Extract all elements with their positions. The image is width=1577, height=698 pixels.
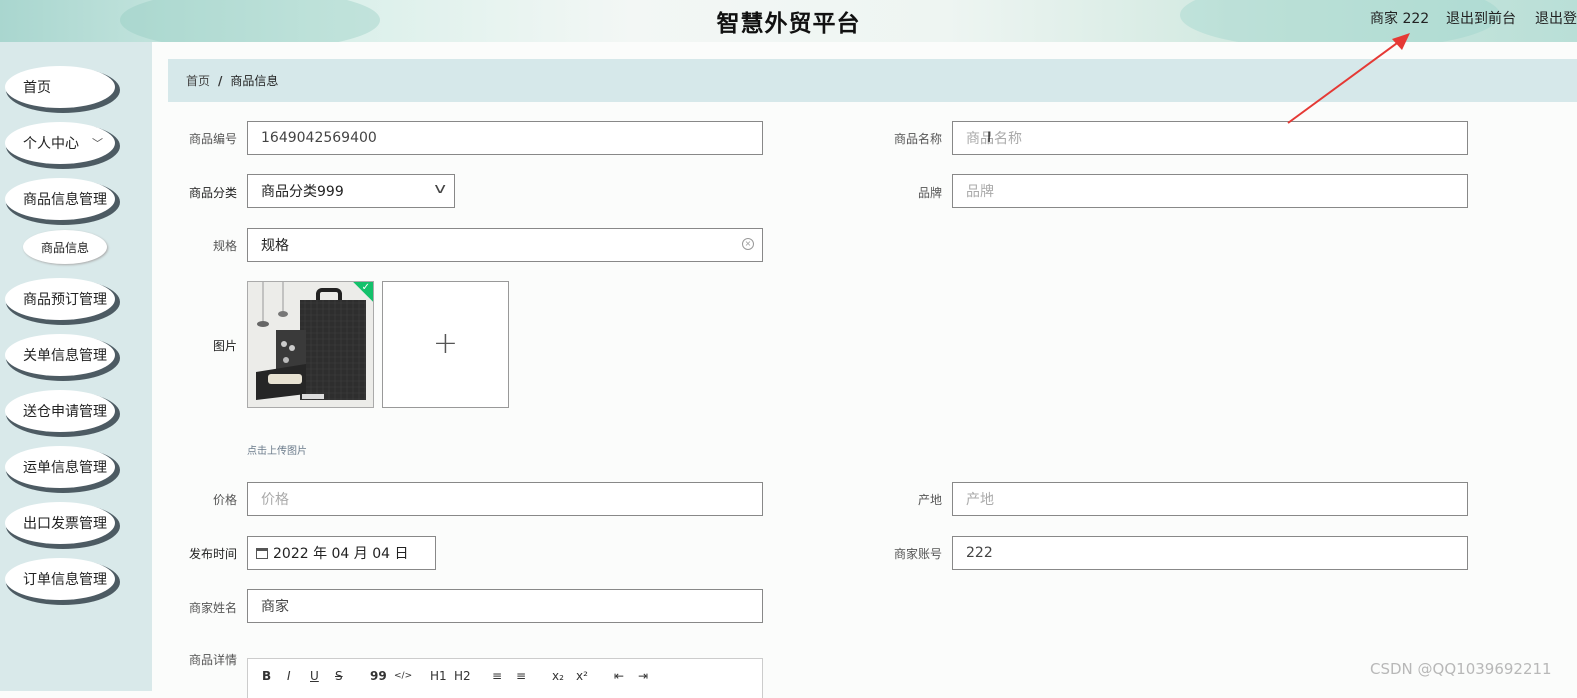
upload-add-button[interactable]: + xyxy=(382,281,509,408)
sidebar-item-label: 个人中心 xyxy=(23,136,79,152)
sidebar-item-label: 关单信息管理 xyxy=(23,348,107,364)
chevron-down-icon: v xyxy=(434,181,446,197)
details-label: 商品详情 xyxy=(188,653,237,667)
logout-link[interactable]: 退出登录 xyxy=(1535,8,1577,28)
watermark: CSDN @QQ1039692211 xyxy=(1370,660,1552,678)
spec-value: 规格 xyxy=(261,238,289,254)
annotation-arrow xyxy=(1287,33,1410,124)
merchant-name-value: 商家 xyxy=(261,599,289,615)
exit-to-front-link[interactable]: 退出到前台 xyxy=(1446,8,1516,28)
category-select[interactable]: 商品分类999 v xyxy=(247,174,455,208)
bullet-list-button[interactable]: ≡ xyxy=(516,669,526,683)
check-icon: ✓ xyxy=(361,282,370,293)
merchant-account-value: 222 xyxy=(966,545,993,561)
wine-box-image xyxy=(248,282,373,407)
ordered-list-button[interactable]: ≡ xyxy=(492,669,502,683)
product-name-placeholder: 商品名称 xyxy=(966,131,1022,147)
publish-date-picker[interactable]: 2022 年 04 月 04 日 xyxy=(247,536,436,570)
origin-label: 产地 xyxy=(917,493,942,507)
indent-button[interactable]: ⇥ xyxy=(638,669,648,683)
sidebar-item-waybill[interactable]: 运单信息管理 xyxy=(5,446,115,488)
product-no-value: 1649042569400 xyxy=(261,130,377,146)
sidebar-item-label: 订单信息管理 xyxy=(23,572,107,588)
sidebar-item-export-invoice[interactable]: 出口发票管理 xyxy=(5,502,115,544)
header1-button[interactable]: H1 xyxy=(430,669,447,683)
blockquote-button[interactable]: 99 xyxy=(370,669,387,683)
publish-date-value: 2022 年 04 月 04 日 xyxy=(273,546,409,562)
product-no-field[interactable]: 1649042569400 xyxy=(247,121,763,155)
sidebar-item-label: 商品信息管理 xyxy=(23,192,107,208)
chevron-down-icon: ﹀ xyxy=(92,137,103,150)
origin-placeholder: 产地 xyxy=(966,492,994,508)
rich-text-editor[interactable]: B I U S 99 </> H1 H2 ≡ ≡ x₂ x² ⇤ ⇥ xyxy=(247,658,763,698)
sidebar-item-label: 首页 xyxy=(23,80,51,96)
image-label: 图片 xyxy=(212,339,237,353)
subscript-button[interactable]: x₂ xyxy=(552,669,564,683)
product-no-label: 商品编号 xyxy=(188,132,237,146)
plus-icon: + xyxy=(432,326,459,361)
sidebar-item-product-booking[interactable]: 商品预订管理 xyxy=(5,278,115,320)
superscript-button[interactable]: x² xyxy=(576,669,588,683)
italic-button[interactable]: I xyxy=(287,669,291,683)
product-name-label: 商品名称 xyxy=(893,132,942,146)
bold-button[interactable]: B xyxy=(262,669,271,683)
sidebar-item-orders[interactable]: 订单信息管理 xyxy=(5,558,115,600)
underline-button[interactable]: U xyxy=(310,669,319,683)
merchant-name-field[interactable]: 商家 xyxy=(247,589,763,623)
sidebar-item-home[interactable]: 首页 xyxy=(5,66,115,108)
sidebar-item-product-management[interactable]: 商品信息管理 xyxy=(5,178,115,220)
spec-label: 规格 xyxy=(212,239,237,253)
breadcrumb-current: 商品信息 xyxy=(230,74,279,88)
sidebar-item-warehouse-request[interactable]: 送仓申请管理 xyxy=(5,390,115,432)
category-value: 商品分类999 xyxy=(261,184,344,200)
sidebar-item-customs[interactable]: 关单信息管理 xyxy=(5,334,115,376)
strike-button[interactable]: S xyxy=(335,669,343,683)
header2-button[interactable]: H2 xyxy=(454,669,471,683)
clear-icon[interactable]: × xyxy=(742,238,754,250)
sidebar-item-label: 商品预订管理 xyxy=(23,292,107,308)
sidebar-subitem-product-info[interactable]: 商品信息 xyxy=(23,230,107,264)
uploaded-product-image[interactable]: ✓ xyxy=(247,281,374,408)
brand-label: 品牌 xyxy=(917,186,942,200)
sidebar-item-personal-center[interactable]: 个人中心 ﹀ xyxy=(5,122,115,164)
merchant-account-label: 商家账号 xyxy=(893,547,942,561)
sidebar: 首页 个人中心 ﹀ 商品信息管理 商品信息 商品预订管理 关单信息管理 送仓申请管… xyxy=(0,42,152,691)
upload-tip: 点击上传图片 xyxy=(247,446,307,457)
outdent-button[interactable]: ⇤ xyxy=(614,669,624,683)
publish-time-label: 发布时间 xyxy=(188,547,237,561)
brand-field[interactable]: 品牌 xyxy=(952,174,1468,208)
sidebar-item-label: 运单信息管理 xyxy=(23,460,107,476)
category-label: 商品分类 xyxy=(188,186,237,200)
sidebar-item-label: 送仓申请管理 xyxy=(23,404,107,420)
price-label: 价格 xyxy=(212,493,237,507)
text-cursor-icon: I xyxy=(987,130,992,146)
user-info: 商家 222 xyxy=(1370,11,1430,27)
breadcrumb-home[interactable]: 首页 xyxy=(186,72,210,89)
brand-placeholder: 品牌 xyxy=(966,184,994,200)
merchant-name-label: 商家姓名 xyxy=(188,601,237,615)
spec-field[interactable]: 规格 × xyxy=(247,228,763,262)
origin-field[interactable]: 产地 xyxy=(952,482,1468,516)
merchant-account-field[interactable]: 222 xyxy=(952,536,1468,570)
code-block-button[interactable]: </> xyxy=(394,671,412,681)
price-placeholder: 价格 xyxy=(261,492,289,508)
breadcrumb-separator: / xyxy=(218,73,223,88)
calendar-icon xyxy=(256,547,268,559)
price-field[interactable]: 价格 xyxy=(247,482,763,516)
sidebar-item-label: 出口发票管理 xyxy=(23,516,107,532)
